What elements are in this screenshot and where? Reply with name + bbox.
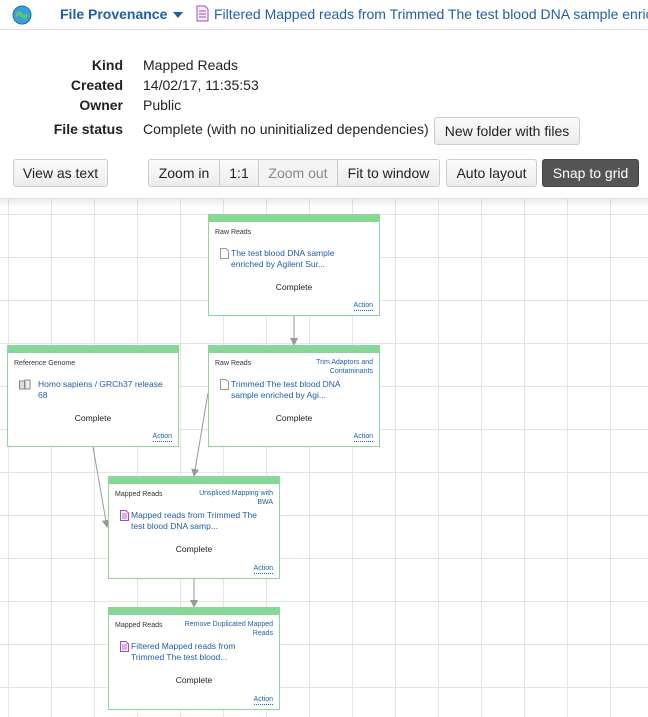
node-status: Complete: [175, 675, 213, 685]
node-file-link[interactable]: Mapped reads from Trimmed The test blood…: [131, 510, 261, 532]
node-kind: Raw Reads: [215, 229, 252, 236]
node-action-link[interactable]: Action: [253, 696, 273, 705]
file-status-label: File status: [53, 121, 123, 137]
mapped-file-icon: [120, 510, 129, 521]
node-file-link[interactable]: Homo sapiens / GRCh37 release 68: [38, 379, 173, 401]
graph-node[interactable]: Raw Reads The test blood DNA sample enri…: [208, 214, 380, 316]
file-status-value: Complete (with no uninitialized dependen…: [143, 121, 429, 137]
node-kind: Mapped Reads: [115, 491, 163, 498]
kind-value: Mapped Reads: [143, 57, 238, 73]
node-status: Complete: [275, 282, 313, 292]
owner-label: Owner: [79, 97, 123, 113]
node-status: Complete: [74, 413, 112, 423]
node-job-link[interactable]: Remove Duplicated Mapped Reads: [183, 620, 273, 638]
node-kind: Mapped Reads: [115, 622, 163, 629]
node-kind: Reference Genome: [14, 360, 76, 367]
kind-label: Kind: [91, 57, 123, 73]
file-details-panel: Kind Mapped Reads Created 14/02/17, 11:3…: [0, 30, 648, 198]
zoom-out-button[interactable]: Zoom out: [258, 159, 338, 187]
zoom-one-to-one-button[interactable]: 1:1: [219, 159, 259, 187]
graph-node[interactable]: Raw Reads Trim Adaptors and Contaminants…: [208, 345, 380, 447]
node-file-link[interactable]: The test blood DNA sample enriched by Ag…: [231, 248, 361, 270]
mapped-file-icon: [120, 641, 129, 652]
created-value: 14/02/17, 11:35:53: [143, 77, 259, 93]
snap-to-grid-button[interactable]: Snap to grid: [542, 159, 639, 187]
provenance-graph-canvas[interactable]: Raw Reads The test blood DNA sample enri…: [0, 198, 648, 717]
genome-icon: [19, 379, 31, 390]
file-icon: [220, 248, 229, 259]
created-label: Created: [70, 77, 123, 93]
file-icon: [220, 379, 229, 390]
node-action-link[interactable]: Action: [353, 302, 373, 311]
app-logo-icon[interactable]: [12, 5, 32, 25]
graph-node[interactable]: Reference Genome Homo sapiens / GRCh37 r…: [7, 345, 179, 447]
file-provenance-label: File Provenance: [60, 6, 168, 22]
node-status-bar: [209, 215, 379, 222]
zoom-in-button[interactable]: Zoom in: [148, 159, 220, 187]
node-kind: Raw Reads: [215, 360, 252, 367]
node-status-bar: [8, 346, 178, 353]
owner-value: Public: [143, 97, 182, 113]
mapped-file-icon: [196, 5, 209, 22]
node-status-bar: [109, 477, 279, 484]
auto-layout-button[interactable]: Auto layout: [446, 159, 537, 187]
edge-genome-to-mapped: [92, 446, 110, 528]
node-status-bar: [109, 608, 279, 615]
node-status: Complete: [175, 544, 213, 554]
new-folder-with-files-button[interactable]: New folder with files: [434, 117, 580, 145]
node-action-link[interactable]: Action: [353, 433, 373, 442]
graph-node[interactable]: Mapped Reads Unspliced Mapping with BWA …: [108, 476, 280, 579]
file-title-link[interactable]: Filtered Mapped reads from Trimmed The t…: [214, 6, 648, 22]
node-job-link[interactable]: Unspliced Mapping with BWA: [183, 489, 273, 507]
chevron-down-icon: [173, 12, 184, 19]
graph-node[interactable]: Mapped Reads Remove Duplicated Mapped Re…: [108, 607, 280, 710]
node-file-link[interactable]: Filtered Mapped reads from Trimmed The t…: [131, 641, 261, 663]
node-status-bar: [209, 346, 379, 353]
node-action-link[interactable]: Action: [152, 433, 172, 442]
file-provenance-menu[interactable]: File Provenance: [60, 6, 184, 22]
node-job-link[interactable]: Trim Adaptors and Contaminants: [283, 358, 373, 376]
top-bar: File Provenance Filtered Mapped reads fr…: [0, 0, 648, 30]
fit-to-window-button[interactable]: Fit to window: [337, 159, 440, 187]
view-as-text-button[interactable]: View as text: [13, 159, 108, 187]
node-status: Complete: [275, 413, 313, 423]
node-file-link[interactable]: Trimmed The test blood DNA sample enrich…: [231, 379, 361, 401]
node-action-link[interactable]: Action: [253, 565, 273, 574]
edge-trimmed-to-mapped: [191, 392, 209, 477]
